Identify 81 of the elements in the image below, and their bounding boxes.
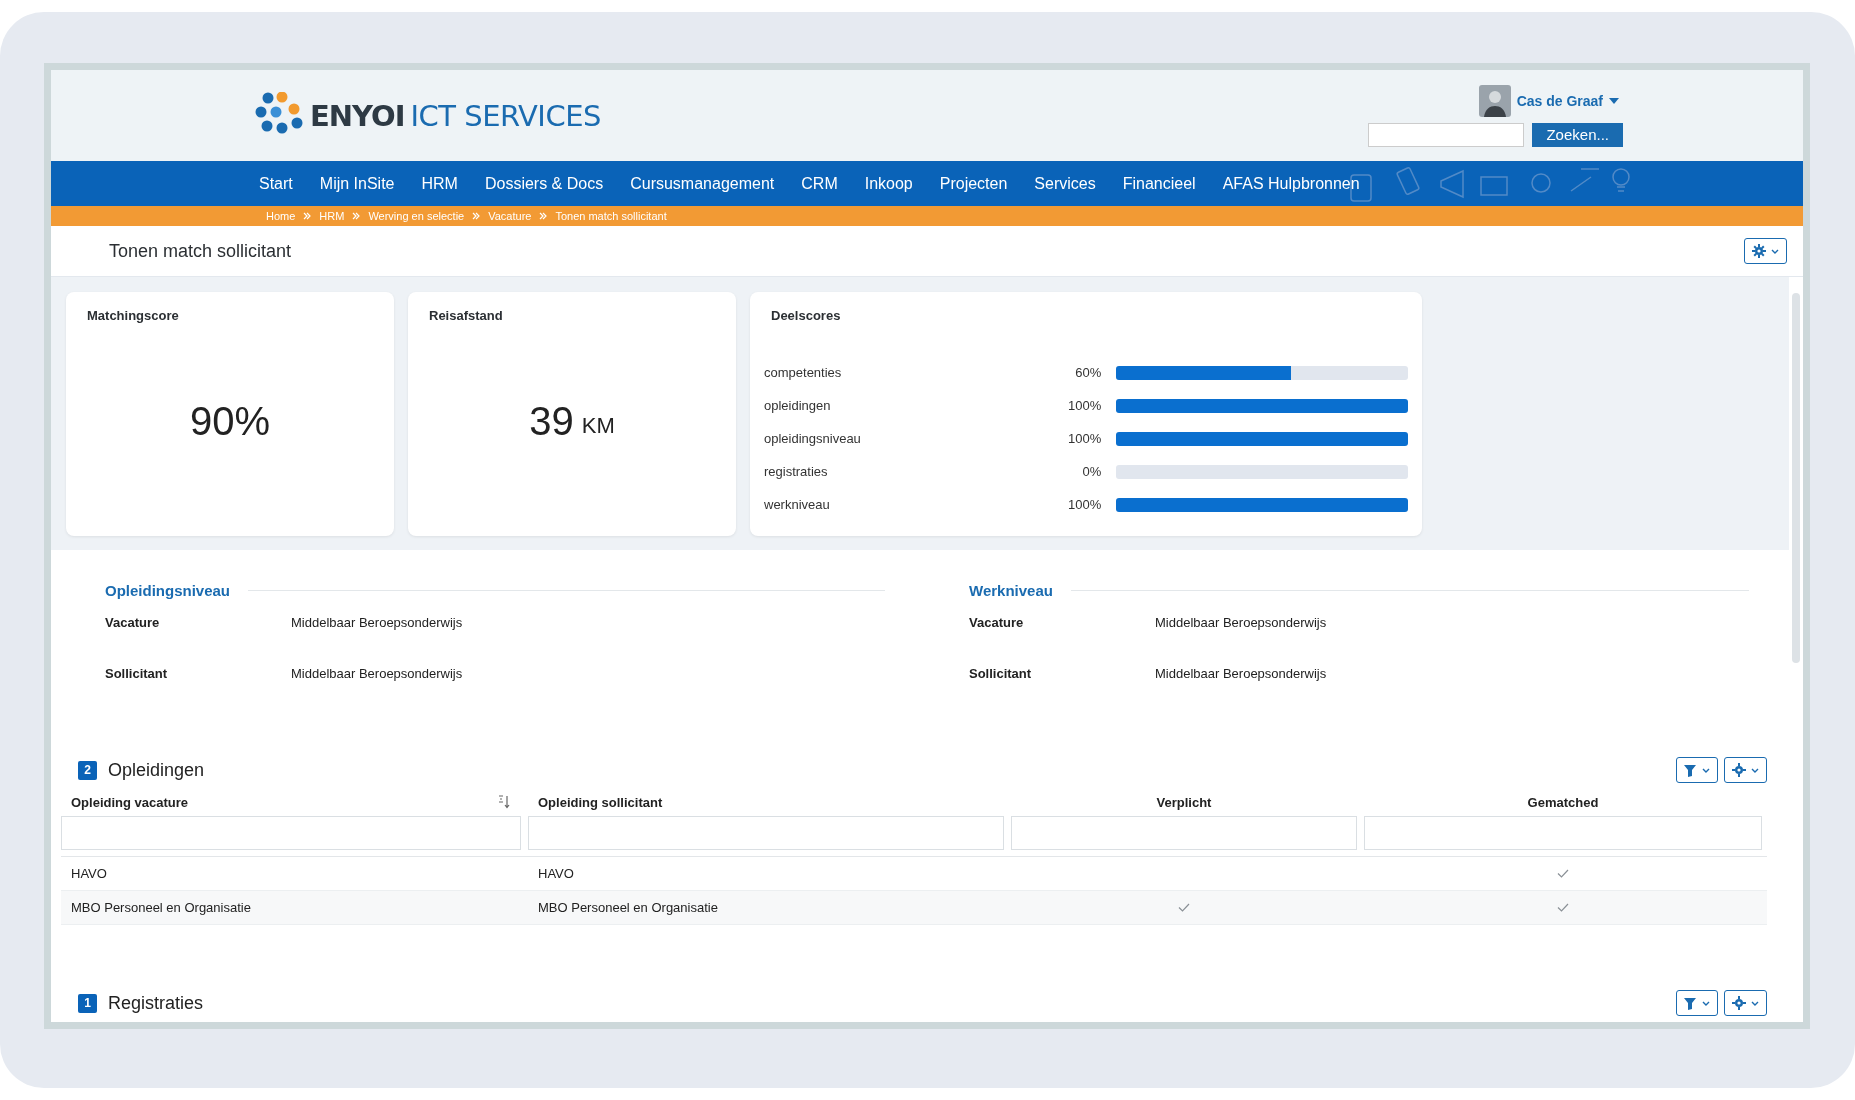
section-heading: Werkniveau bbox=[969, 582, 1053, 599]
caret-icon bbox=[1751, 767, 1759, 773]
count-badge: 2 bbox=[78, 760, 97, 780]
sort-icon[interactable] bbox=[497, 795, 511, 809]
nav-item[interactable]: Start bbox=[259, 174, 293, 193]
column-header[interactable]: Gematched bbox=[1527, 794, 1599, 810]
count-badge: 1 bbox=[78, 993, 97, 1013]
card-value: 90% bbox=[189, 399, 271, 444]
nav-item[interactable]: Financieel bbox=[1122, 174, 1196, 193]
card-unit: KM bbox=[581, 412, 615, 439]
score-reading: 100% bbox=[1067, 398, 1102, 413]
chevron-icon bbox=[352, 212, 361, 220]
settings-button[interactable] bbox=[1744, 238, 1787, 264]
caret-icon bbox=[1702, 1000, 1710, 1006]
score-label: opleidingsniveau bbox=[764, 431, 862, 446]
nav-item[interactable]: CRM bbox=[801, 174, 838, 193]
nav-item[interactable]: Services bbox=[1034, 174, 1096, 193]
search-button[interactable]: Zoeken... bbox=[1532, 122, 1623, 147]
card-title: Matchingscore bbox=[87, 308, 180, 323]
score-label: competenties bbox=[764, 365, 843, 380]
table-cell-text: HAVO bbox=[70, 866, 108, 881]
settings-button[interactable] bbox=[1724, 990, 1767, 1016]
nav-item[interactable]: Projecten bbox=[939, 174, 1008, 193]
score-reading: 60% bbox=[1074, 365, 1102, 380]
field-value: Middelbaar Beroepsonderwijs bbox=[291, 666, 463, 683]
filter-button[interactable] bbox=[1676, 990, 1718, 1016]
chevron-icon bbox=[539, 212, 548, 220]
filter-icon bbox=[1684, 996, 1697, 1010]
field-label: Sollicitant bbox=[969, 666, 1033, 683]
logo-brand: ENYOI bbox=[310, 98, 405, 133]
nav-item[interactable]: Mijn InSite bbox=[319, 174, 395, 193]
table-cell-text: HAVO bbox=[537, 866, 575, 881]
chevron-icon bbox=[472, 212, 481, 220]
gear-icon bbox=[1752, 244, 1766, 258]
field-label: Vacature bbox=[969, 615, 1025, 632]
table-cell-text: MBO Personeel en Organisatie bbox=[537, 900, 719, 915]
field-label: Sollicitant bbox=[105, 666, 169, 683]
card-title: Deelscores bbox=[771, 308, 842, 323]
filter-icon bbox=[1684, 763, 1697, 777]
user-menu[interactable]: Cas de Graaf bbox=[1516, 92, 1603, 109]
section-heading: Opleidingsniveau bbox=[105, 582, 231, 599]
field-label: Vacature bbox=[105, 615, 161, 632]
gear-icon bbox=[1732, 763, 1746, 777]
field-value: Middelbaar Beroepsonderwijs bbox=[1155, 615, 1327, 632]
caret-icon bbox=[1702, 767, 1710, 773]
nav-item[interactable]: HRM bbox=[421, 174, 458, 193]
caret-icon bbox=[1609, 97, 1619, 104]
caret-icon bbox=[1771, 248, 1779, 254]
table-cell-text: MBO Personeel en Organisatie bbox=[70, 900, 252, 915]
score-reading: 100% bbox=[1067, 431, 1102, 446]
chevron-icon bbox=[303, 212, 312, 220]
score-label: werkniveau bbox=[764, 497, 831, 512]
filter-field[interactable] bbox=[61, 816, 521, 850]
field-value: Middelbaar Beroepsonderwijs bbox=[291, 615, 463, 632]
nav-item[interactable]: Cursusmanagement bbox=[630, 174, 775, 193]
nav-item[interactable]: Dossiers & Docs bbox=[484, 174, 604, 193]
section-title: Registraties bbox=[108, 992, 205, 1014]
score-label: registraties bbox=[764, 464, 829, 479]
filter-field[interactable] bbox=[1364, 816, 1762, 850]
section-title: Opleidingen bbox=[108, 759, 206, 781]
card-title: Reisafstand bbox=[429, 308, 504, 323]
card-value: 39 bbox=[529, 399, 574, 444]
avatar bbox=[1478, 84, 1511, 117]
settings-button[interactable] bbox=[1724, 757, 1767, 783]
score-reading: 100% bbox=[1067, 497, 1102, 512]
page-title: Tonen match sollicitant bbox=[109, 240, 292, 262]
filter-field[interactable] bbox=[1011, 816, 1357, 850]
score-label: opleidingen bbox=[764, 398, 832, 413]
nav-item[interactable]: AFAS Hulpbronnen bbox=[1222, 174, 1360, 193]
column-header[interactable]: Verplicht bbox=[1156, 794, 1212, 810]
score-reading: 0% bbox=[1081, 464, 1102, 479]
filter-button[interactable] bbox=[1676, 757, 1718, 783]
filter-field[interactable] bbox=[528, 816, 1004, 850]
logo-tagline: ICT SERVICES bbox=[410, 98, 601, 133]
gear-icon bbox=[1732, 996, 1746, 1010]
field-value: Middelbaar Beroepsonderwijs bbox=[1155, 666, 1327, 683]
column-header[interactable]: Opleiding sollicitant bbox=[538, 794, 663, 810]
search-field[interactable] bbox=[1368, 122, 1525, 147]
caret-icon bbox=[1751, 1000, 1759, 1006]
column-header[interactable]: Opleiding vacature bbox=[71, 794, 189, 810]
nav-item[interactable]: Inkoop bbox=[864, 174, 913, 193]
